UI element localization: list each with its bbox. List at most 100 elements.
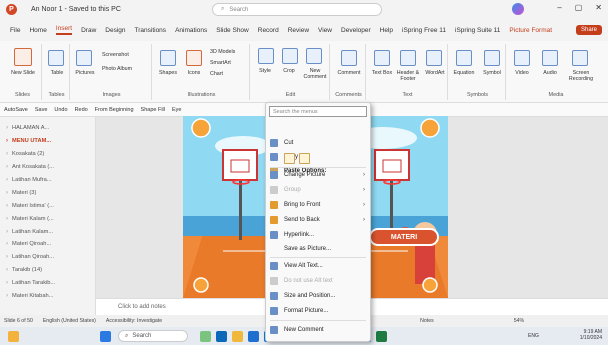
section-item[interactable]: › Latihan Tarakib... [0,277,95,290]
crop-icon[interactable] [282,48,298,64]
equation-icon[interactable] [456,50,472,66]
textbox-icon[interactable] [374,50,390,66]
table-icon[interactable] [48,50,64,66]
equation-button[interactable]: Equation [450,70,478,76]
screen-recording-icon[interactable] [572,50,588,66]
edge-icon[interactable] [248,331,259,342]
comment-icon[interactable] [341,50,357,66]
new-comment-icon[interactable] [306,48,322,64]
clock[interactable]: 9:19 AM 1/10/2024 [580,329,602,341]
menu-item-cut[interactable]: Cut [266,137,370,149]
tab-draw[interactable]: Draw [81,27,96,34]
windows-start-icon[interactable] [100,331,111,342]
wordart-button[interactable]: WordArt [422,70,448,76]
shape-fill-button[interactable]: Shape Fill [141,107,165,113]
section-item[interactable]: › Latihan Qiroah... [0,251,95,264]
restore-button[interactable]: ▢ [575,3,583,12]
tab-ispring-free[interactable]: iSpring Free 11 [402,27,446,34]
tab-design[interactable]: Design [105,27,125,34]
tab-animations[interactable]: Animations [175,27,207,34]
textbox-button[interactable]: Text Box [368,70,396,76]
tab-transitions[interactable]: Transitions [135,27,167,34]
menu-item-send-to-back[interactable]: Send to Back › [266,214,370,226]
symbol-button[interactable]: Symbol [478,70,506,76]
style-icon[interactable] [258,48,274,64]
share-button[interactable]: Share [575,25,602,35]
notes-toggle[interactable]: Notes [420,318,434,324]
paste-option-picture-icon[interactable] [299,153,310,164]
menu-item-format-picture[interactable]: Format Picture... [266,305,370,317]
tab-view[interactable]: View [318,27,332,34]
accessibility-status[interactable]: Accessibility: Investigate [106,318,162,324]
section-item[interactable]: › Ant Kosakata (... [0,161,95,174]
tab-record[interactable]: Record [258,27,279,34]
section-item[interactable]: › Materi Istima' (... [0,199,95,212]
from-beginning-button[interactable]: From Beginning [95,107,134,113]
menu-item-new-comment[interactable]: New Comment [266,324,370,336]
section-item[interactable]: › Materi Qiroah... [0,238,95,251]
close-button[interactable]: ✕ [595,3,602,12]
zoom-level[interactable]: 54% [514,318,524,324]
menu-search-input[interactable]: Search the menus [269,106,367,117]
tab-review[interactable]: Review [288,27,309,34]
photo-album-button[interactable]: Photo Album [102,66,132,72]
copilot-icon[interactable] [512,3,524,15]
excel-icon[interactable] [376,331,387,342]
tab-home[interactable]: Home [29,27,46,34]
icons-icon[interactable] [186,50,202,66]
wordart-icon[interactable] [426,50,442,66]
section-item[interactable]: › Kosakata (2) [0,148,95,161]
search-input[interactable]: ⌕ Search [212,3,382,16]
tab-file[interactable]: File [10,27,20,34]
shapes-icon[interactable] [160,50,176,66]
table-button[interactable]: Table [44,70,70,76]
header-footer-button[interactable]: Header & Footer [394,70,422,82]
menu-item-change-picture[interactable]: Change Picture › [266,169,370,181]
language-indicator[interactable]: English (United States) [43,318,96,324]
menu-item-view-alt-text[interactable]: View Alt Text... [266,260,370,272]
crop-button[interactable]: Crop [278,68,300,74]
style-button[interactable]: Style [254,68,276,74]
minimize-button[interactable]: – [557,3,561,12]
section-item[interactable]: › Latihan Kalam... [0,225,95,238]
smartart-button[interactable]: SmartArt [210,60,231,66]
save-button[interactable]: Save [35,107,48,113]
new-slide-icon[interactable] [14,48,32,66]
app-icon[interactable] [200,331,211,342]
weather-icon[interactable] [8,331,19,342]
language-tray[interactable]: ENG [528,333,539,339]
menu-item-hyperlink[interactable]: Hyperlink... [266,229,370,241]
comment-button[interactable]: Comment [332,70,366,76]
symbol-icon[interactable] [484,50,500,66]
section-item-selected[interactable]: › MENU UTAM... [0,135,95,148]
section-item[interactable]: › Tarakib (14) [0,264,95,277]
eye-button[interactable]: Eye [172,107,181,113]
screen-recording-button[interactable]: Screen Recording [564,70,598,82]
section-item[interactable]: › Latihan Mufra... [0,174,95,187]
section-item[interactable]: › HALAMAN A... [0,122,95,135]
autosave-toggle[interactable]: AutoSave [4,107,28,113]
icons-button[interactable]: Icons [182,70,206,76]
materi-button[interactable]: MATERI [369,228,439,246]
tab-insert[interactable]: Insert [55,25,73,35]
tab-picture-format[interactable]: Picture Format [509,27,552,34]
undo-button[interactable]: Undo [54,107,67,113]
redo-button[interactable]: Redo [75,107,88,113]
menu-item-copy[interactable]: Copy [266,151,370,163]
paste-option-keep-icon[interactable] [284,153,295,164]
screenshot-button[interactable]: Screenshot [102,52,129,58]
new-slide-button[interactable]: New Slide [8,70,38,76]
menu-item-save-as-picture[interactable]: Save as Picture... [266,243,370,255]
video-button[interactable]: Video [508,70,536,76]
chart-button[interactable]: Chart [210,71,223,77]
section-item[interactable]: › Materi Kalam (... [0,212,95,225]
tab-help[interactable]: Help [380,27,393,34]
tab-ispring-suite[interactable]: iSpring Suite 11 [455,27,500,34]
new-comment-button[interactable]: New Comment [302,68,328,80]
3d-models-button[interactable]: 3D Models [210,49,235,55]
shapes-button[interactable]: Shapes [154,70,182,76]
tab-developer[interactable]: Developer [341,27,371,34]
menu-item-bring-to-front[interactable]: Bring to Front › [266,199,370,211]
header-footer-icon[interactable] [400,50,416,66]
tab-slide-show[interactable]: Slide Show [216,27,249,34]
